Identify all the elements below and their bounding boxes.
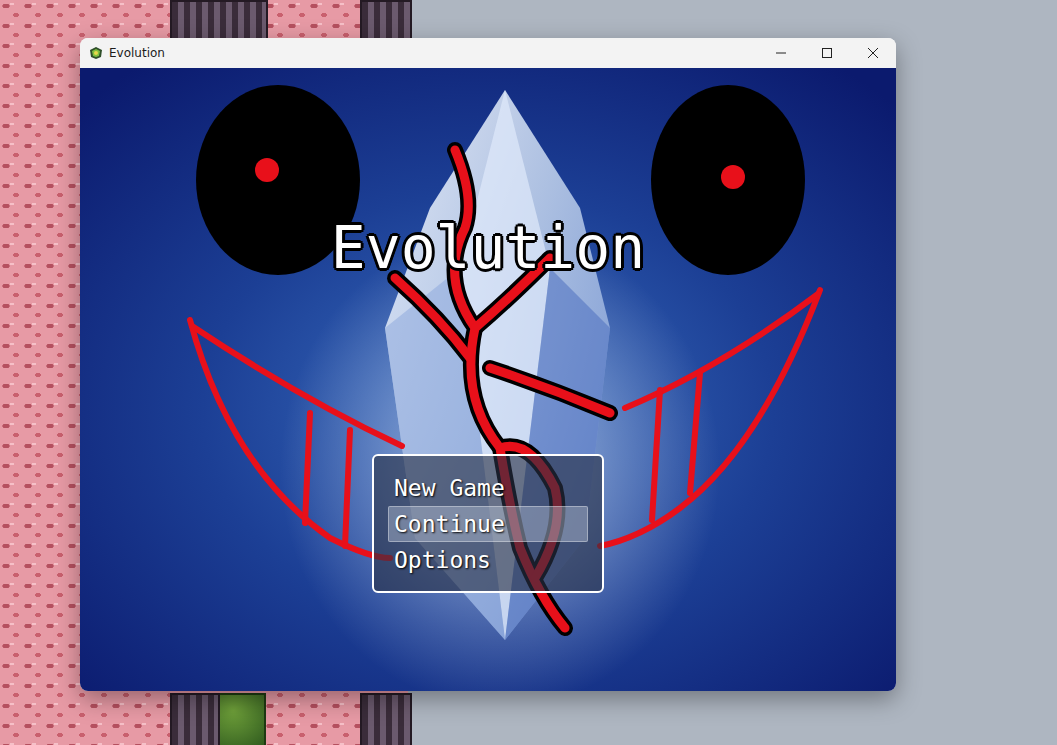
bush-tile xyxy=(218,693,266,745)
maximize-icon xyxy=(822,48,832,58)
right-eye xyxy=(651,85,805,275)
menu-item[interactable]: New Game xyxy=(388,470,588,506)
game-window[interactable]: Evolution Evolution New GameContinueOption… xyxy=(80,38,896,691)
desktop: Evolution Evolution New GameContinueOption… xyxy=(0,0,1057,745)
menu-item[interactable]: Continue xyxy=(388,506,588,542)
title-bar[interactable]: Evolution xyxy=(80,38,896,68)
game-logo-icon xyxy=(89,46,103,60)
close-icon xyxy=(868,48,878,58)
close-button[interactable] xyxy=(850,38,896,68)
window-title: Evolution xyxy=(109,46,165,60)
game-title: Evolution xyxy=(331,214,645,284)
stone-tile xyxy=(360,0,412,40)
crystal-glow xyxy=(280,228,720,691)
stone-tile xyxy=(360,693,412,745)
maximize-button[interactable] xyxy=(804,38,850,68)
title-artwork xyxy=(80,68,896,691)
title-screen: Evolution New GameContinueOptions xyxy=(80,68,896,691)
minimize-icon xyxy=(776,48,786,58)
smile xyxy=(190,290,820,558)
minimize-button[interactable] xyxy=(758,38,804,68)
stone-tile xyxy=(170,0,268,40)
stone-tile xyxy=(170,693,220,745)
menu-item[interactable]: Options xyxy=(388,542,588,578)
title-menu: New GameContinueOptions xyxy=(372,454,604,593)
